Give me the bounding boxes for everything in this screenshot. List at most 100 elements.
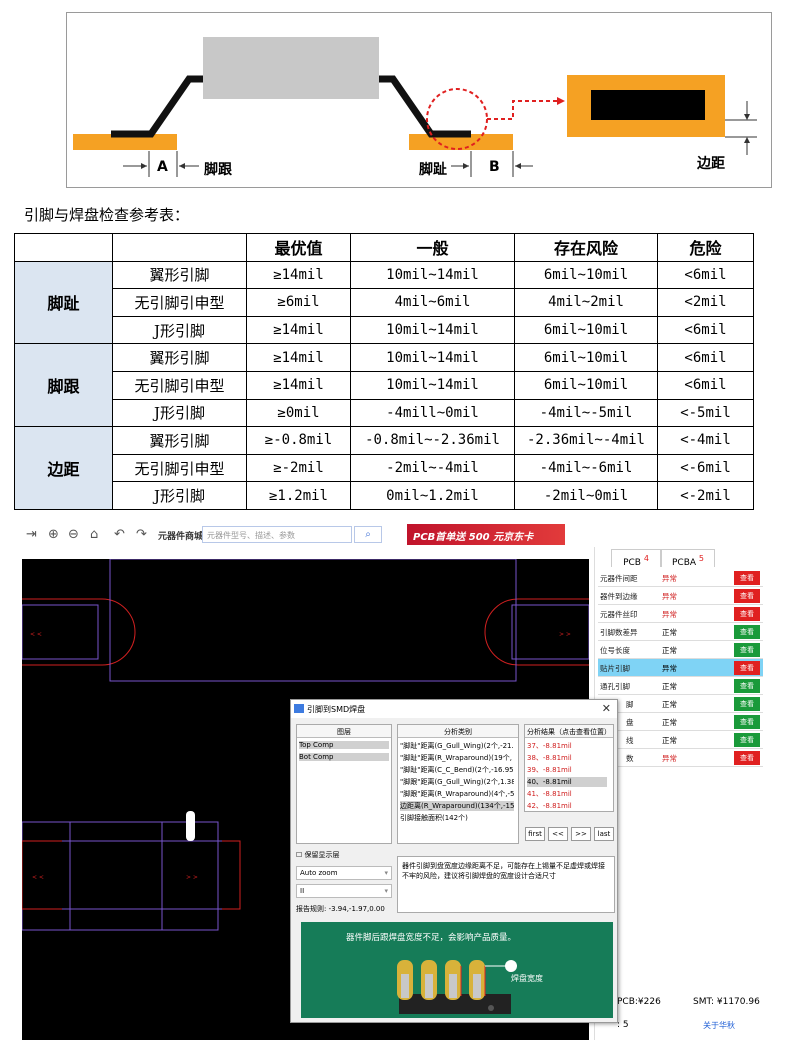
- category-item[interactable]: 引脚接触面积(142个): [400, 813, 514, 823]
- cell-best: ≥0mil: [246, 398, 351, 428]
- category-list: 分析类别 "脚趾"距离(G_Gull_Wing)(2个,-21.9 "脚趾"距离…: [397, 724, 519, 844]
- view-button[interactable]: 查看: [734, 661, 760, 675]
- cell-normal: -4mill~0mil: [350, 398, 515, 428]
- view-button[interactable]: 查看: [734, 733, 760, 747]
- tab-pcb-count: 4: [643, 554, 649, 563]
- result-item[interactable]: 41、-8.81mil: [527, 789, 572, 799]
- view-button[interactable]: 查看: [734, 643, 760, 657]
- check-name: 线: [626, 736, 634, 745]
- category-item[interactable]: "脚跟"距离(G_Gull_Wing)(2个,1.38: [400, 777, 514, 787]
- cell-type: 翼形引脚: [112, 426, 247, 455]
- result-item-selected[interactable]: 40、-8.81mil: [527, 777, 607, 787]
- check-status: 异常: [662, 610, 677, 619]
- cell-risk: -4mil~-6mil: [514, 453, 658, 483]
- check-name: 位号长度: [600, 646, 630, 655]
- keep-layer-checkbox[interactable]: ☐ 保留显示层: [296, 850, 340, 860]
- header-normal: 一般: [350, 233, 515, 262]
- zoom-in-icon[interactable]: ⊕: [48, 527, 59, 542]
- category-item-selected[interactable]: 边距离(R_Wraparound)(134个,-15: [400, 801, 514, 811]
- redo-icon[interactable]: ↷: [136, 527, 147, 542]
- component-search-input[interactable]: 元器件型号、描述、参数: [202, 526, 352, 543]
- check-status: 正常: [662, 628, 677, 637]
- result-item[interactable]: 42、-8.81mil: [527, 801, 572, 811]
- view-button[interactable]: 查看: [734, 697, 760, 711]
- table-row: 脚趾 翼形引脚 ≥14mil 10mil~14mil 6mil~10mil <6…: [14, 260, 754, 345]
- dialog-title-bar: 引脚到SMD焊盘 ✕: [291, 700, 617, 718]
- cell-best: ≥14mil: [246, 315, 351, 345]
- first-button[interactable]: first: [525, 827, 545, 841]
- view-button[interactable]: 查看: [734, 715, 760, 729]
- view-button[interactable]: 查看: [734, 751, 760, 765]
- view-button[interactable]: 查看: [734, 589, 760, 603]
- dialog-title: 引脚到SMD焊盘: [307, 705, 366, 714]
- layer-header: 图层: [297, 725, 391, 738]
- table-caption: 引脚与焊盘检查参考表：: [24, 206, 190, 224]
- label-heel: 脚跟: [204, 162, 232, 178]
- category-item[interactable]: "脚趾"距离(G_Gull_Wing)(2个,-21.9: [400, 741, 514, 751]
- check-row: 元器件间距 异常 查看: [598, 569, 763, 587]
- about-link[interactable]: 关于华秋: [703, 1020, 735, 1031]
- home-icon[interactable]: ⌂: [90, 527, 98, 542]
- check-status: 异常: [662, 574, 677, 583]
- cell-best: ≥-0.8mil: [246, 426, 351, 455]
- bottom-count: : 5: [617, 1020, 629, 1030]
- header-risk: 存在风险: [514, 233, 658, 262]
- tab-pcb-label: PCB: [623, 558, 641, 568]
- export-icon[interactable]: ⇥: [26, 527, 37, 542]
- result-item[interactable]: 37、-8.81mil: [527, 741, 572, 751]
- cell-normal: -0.8mil~-2.36mil: [350, 426, 515, 455]
- result-item[interactable]: 39、-8.81mil: [527, 765, 572, 775]
- tab-pcba[interactable]: PCBA 5: [661, 549, 715, 568]
- promo-banner[interactable]: PCB首单送 500 元京东卡: [407, 524, 565, 545]
- category-header: 分析类别: [398, 725, 518, 738]
- check-name: 引脚数差异: [600, 628, 638, 637]
- cell-risk: 6mil~10mil: [514, 370, 658, 400]
- view-button[interactable]: 查看: [734, 571, 760, 585]
- tab-pcb[interactable]: PCB 4: [611, 549, 661, 568]
- view-button[interactable]: 查看: [734, 625, 760, 639]
- search-button[interactable]: ⌕: [354, 526, 382, 543]
- mall-label[interactable]: 元器件商城: [158, 529, 203, 542]
- cell-normal: -2mil~-4mil: [350, 453, 515, 483]
- check-name: 元器件间距: [600, 574, 638, 583]
- layer-item[interactable]: Top Comp: [299, 741, 389, 749]
- result-item[interactable]: 38、-8.81mil: [527, 753, 572, 763]
- cell-danger: <-5mil: [657, 398, 754, 428]
- close-icon[interactable]: ✕: [602, 702, 611, 715]
- cell-risk: -2mil~0mil: [514, 481, 658, 510]
- category-item[interactable]: "脚趾"距离(R_Wraparound)(19个,: [400, 753, 514, 763]
- cell-risk: 6mil~10mil: [514, 343, 658, 372]
- cell-risk: 4mil~2mil: [514, 288, 658, 317]
- dfm-app-screenshot: ⇥ ⊕ ⊖ ⌂ ↶ ↷ 元器件商城 元器件型号、描述、参数 ⌕ PCB首单送 5…: [22, 519, 778, 1040]
- check-row-selected[interactable]: 贴片引脚 异常 查看: [598, 659, 763, 677]
- view-button[interactable]: 查看: [734, 679, 760, 693]
- next-button[interactable]: >>: [571, 827, 591, 841]
- check-row: 元器件丝印 异常 查看: [598, 605, 763, 623]
- check-row: 盘 正常 查看: [598, 713, 763, 731]
- header-cell: [14, 233, 113, 262]
- group-toe: 脚趾: [14, 260, 113, 345]
- category-item[interactable]: "脚趾"距离(C_C_Bend)(2个,-16.95r: [400, 765, 514, 775]
- check-status: 异常: [662, 664, 677, 673]
- cell-risk: 6mil~10mil: [514, 260, 658, 290]
- category-item[interactable]: "脚跟"距离(R_Wraparound)(4个,-5: [400, 789, 514, 799]
- zoom-out-icon[interactable]: ⊖: [68, 527, 79, 542]
- svg-text:> >: > >: [559, 631, 571, 638]
- last-button[interactable]: last: [594, 827, 614, 841]
- check-name: 贴片引脚: [600, 664, 630, 673]
- app-logo-icon: [294, 704, 304, 713]
- cell-danger: <-6mil: [657, 453, 754, 483]
- pad-width-label: 焊盘宽度: [511, 974, 543, 983]
- zoom-select[interactable]: Auto zoom ▾: [296, 866, 392, 880]
- layer-list: 图层 Top Comp Bot Comp: [296, 724, 392, 844]
- chevron-down-icon: ▾: [384, 887, 388, 895]
- cell-type: J形引脚: [112, 315, 247, 345]
- prev-button[interactable]: <<: [548, 827, 568, 841]
- mode-select[interactable]: II ▾: [296, 884, 392, 898]
- view-button[interactable]: 查看: [734, 607, 760, 621]
- table-row: 无引脚引申型 ≥6mil 4mil~6mil 4mil~2mil <2mil: [15, 288, 754, 317]
- check-name: 脚: [626, 700, 634, 709]
- undo-icon[interactable]: ↶: [114, 527, 125, 542]
- layer-item[interactable]: Bot Comp: [299, 753, 389, 761]
- cell-type: 无引脚引申型: [112, 370, 247, 400]
